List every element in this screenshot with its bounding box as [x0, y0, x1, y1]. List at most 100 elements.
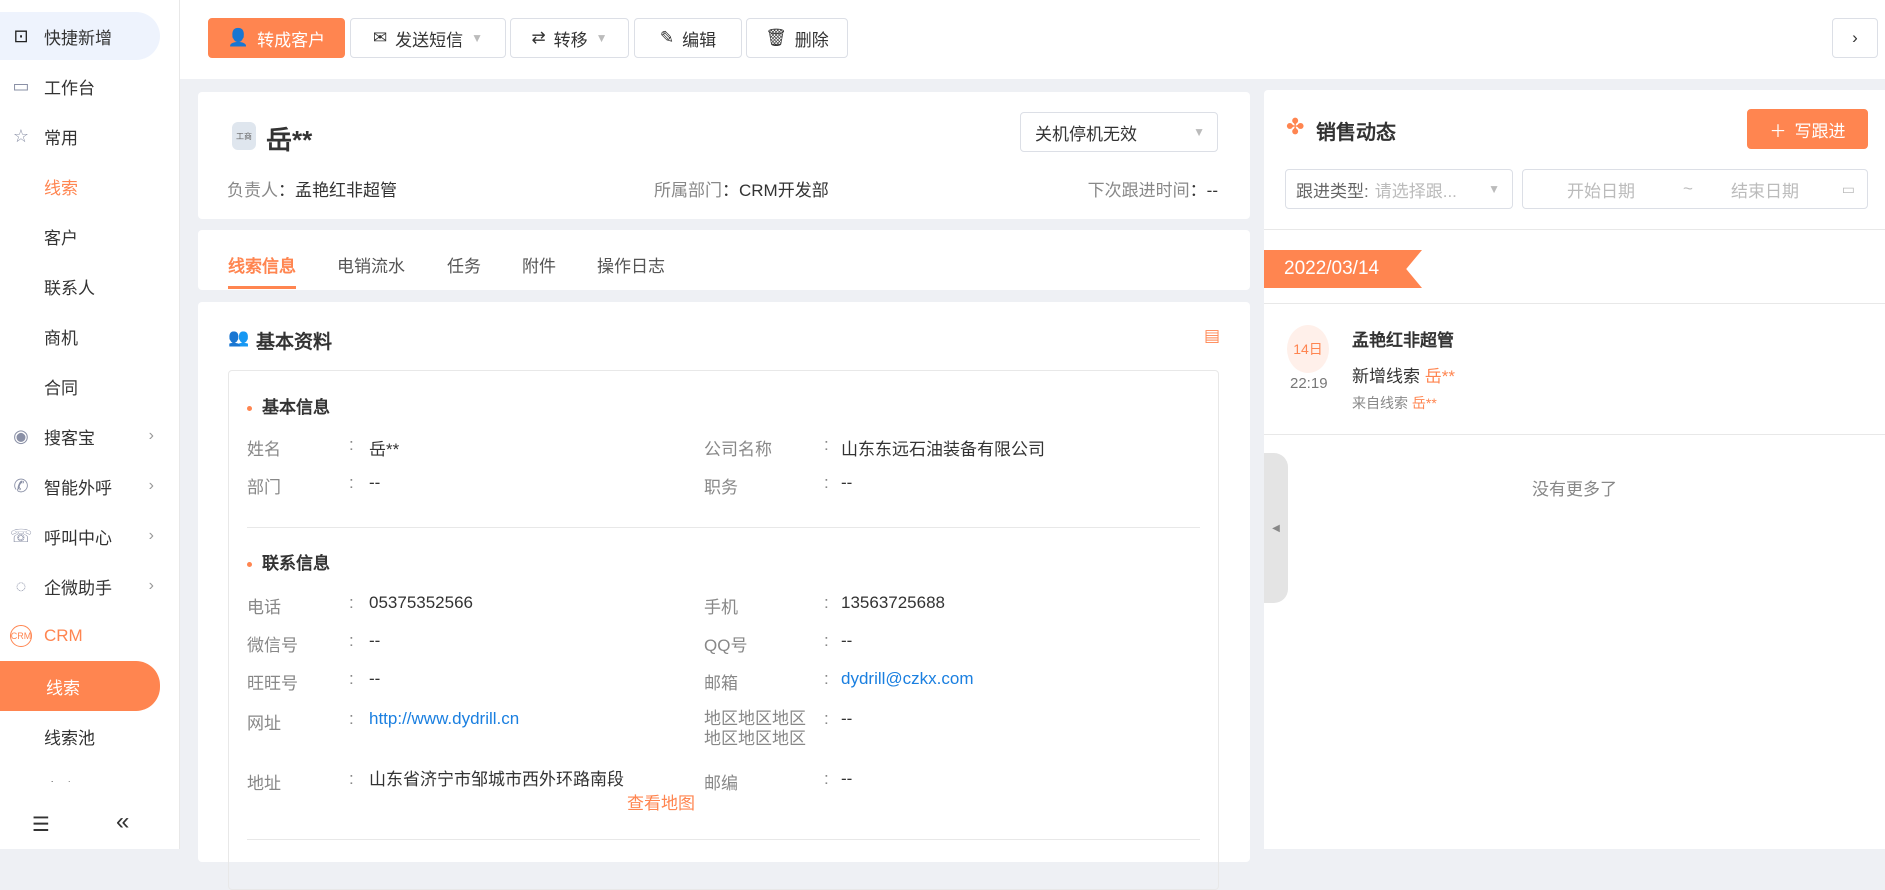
- edit-button[interactable]: ✎ 编辑: [634, 18, 742, 58]
- sidebar-item-contracts[interactable]: 合同: [0, 362, 160, 410]
- owner-field: 负责人：孟艳红非超管: [227, 181, 397, 200]
- lead-link[interactable]: 岳**: [1425, 367, 1455, 386]
- field-value: --: [841, 631, 853, 650]
- sidebar: ⊡ 快捷新增 ▭ 工作台 ☆ 常用 线索 客户 联系人 商机 合同 ◉ 搜客宝 › ✆ 智能…: [0, 0, 180, 849]
- chevron-right-icon: ›: [148, 577, 154, 594]
- collapse-icon[interactable]: «: [116, 808, 129, 836]
- monitor-icon: ▭: [12, 75, 30, 96]
- field-label: 地址: [247, 774, 281, 793]
- field-value: --: [841, 709, 853, 728]
- sidebar-item-crm[interactable]: CRM CRM: [0, 612, 160, 660]
- plus-icon: ＋: [1769, 121, 1787, 141]
- sidebar-item-lead-pool[interactable]: 线索池: [0, 712, 160, 760]
- quick-add-button[interactable]: ⊡ 快捷新增: [0, 12, 160, 60]
- convert-customer-button[interactable]: 👤 转成客户: [208, 18, 345, 58]
- delete-button[interactable]: 🗑 删除: [746, 18, 848, 58]
- field-label: 邮箱: [704, 674, 738, 693]
- basic-info-heading: 基本信息: [247, 393, 330, 418]
- swap-icon: ⇄: [531, 28, 546, 47]
- field-label: QQ号: [704, 636, 748, 655]
- caret-down-icon: ▼: [1193, 125, 1205, 139]
- sidebar-item-leads-common[interactable]: 线索: [0, 162, 160, 210]
- followup-type-select[interactable]: 跟进类型: 请选择跟... ▼: [1285, 169, 1513, 209]
- user-icon: 👤: [227, 28, 250, 47]
- field-value: --: [841, 473, 853, 492]
- sidebar-item-common[interactable]: ☆ 常用: [0, 112, 160, 160]
- tab-lead-info[interactable]: 线索信息: [228, 252, 296, 289]
- phone-icon: ✆: [13, 475, 29, 496]
- list-icon[interactable]: ▤: [1204, 326, 1220, 346]
- sidebar-item-customers[interactable]: 客户: [0, 212, 160, 260]
- field-label: 公司名称: [704, 440, 772, 459]
- panel-collapse-handle[interactable]: ◀: [1264, 453, 1288, 603]
- headset-icon: ☏: [9, 525, 33, 546]
- sidebar-item-opportunities[interactable]: 商机: [0, 312, 160, 360]
- settings-list-icon[interactable]: ☰: [32, 812, 50, 837]
- contact-info-heading: 联系信息: [247, 549, 330, 574]
- source-link[interactable]: 岳**: [1412, 395, 1437, 411]
- field-label: 旺旺号: [247, 674, 298, 693]
- sidebar-item-leads[interactable]: 线索: [0, 661, 160, 711]
- chevron-right-icon: ›: [1852, 28, 1858, 47]
- transfer-button[interactable]: ⇄ 转移 ▼: [510, 18, 629, 58]
- field-value: --: [369, 631, 381, 650]
- entry-action: 新增线索 岳**: [1352, 367, 1455, 386]
- department-field: 所属部门：CRM开发部: [654, 181, 829, 200]
- date-range-picker[interactable]: 开始日期 ~ 结束日期 ▭: [1522, 169, 1868, 209]
- field-value: 山东省济宁市邹城市西外环路南段: [369, 770, 624, 789]
- tab-call-records[interactable]: 电销流水: [337, 252, 405, 277]
- mail-icon: ✉: [372, 28, 388, 47]
- field-value: --: [369, 669, 381, 688]
- sidebar-item-workbench[interactable]: ▭ 工作台: [0, 62, 160, 110]
- next-followup-field: 下次跟进时间：--: [1087, 181, 1218, 200]
- pinwheel-icon: ✤: [1286, 114, 1305, 139]
- sidebar-item-customers-crm[interactable]: 客户: [0, 762, 160, 782]
- calendar-icon: ▭: [1841, 180, 1855, 197]
- toolbar: 👤 转成客户 ✉ 发送短信 ▼ ⇄ 转移 ▼ ✎ 编辑 🗑 删除 ›: [180, 0, 1885, 79]
- next-button[interactable]: ›: [1832, 18, 1878, 58]
- end-date[interactable]: 结束日期: [1731, 177, 1799, 202]
- field-value[interactable]: dydrill@czkx.com: [841, 669, 974, 689]
- star-icon: ☆: [12, 125, 30, 146]
- status-select[interactable]: 关机停机无效 ▼: [1020, 112, 1218, 152]
- field-label: 电话: [247, 598, 281, 617]
- day-badge: 14日: [1287, 325, 1329, 373]
- sidebar-item-smart-call[interactable]: ✆ 智能外呼 ›: [0, 462, 160, 510]
- field-value[interactable]: http://www.dydrill.cn: [369, 709, 519, 729]
- entry-time: 22:19: [1290, 375, 1328, 392]
- caret-down-icon: ▼: [1488, 182, 1500, 196]
- entry-user: 孟艳红非超管: [1352, 331, 1454, 350]
- view-map-link[interactable]: 查看地图: [627, 789, 695, 814]
- pencil-icon: ✎: [659, 28, 675, 47]
- field-value: 13563725688: [841, 593, 946, 612]
- business-badge-icon: 工商: [232, 122, 256, 150]
- start-date[interactable]: 开始日期: [1567, 177, 1635, 202]
- field-label: 邮编: [704, 774, 738, 793]
- tab-tasks[interactable]: 任务: [447, 252, 481, 277]
- sidebar-item-soukebao[interactable]: ◉ 搜客宝 ›: [0, 412, 160, 460]
- sidebar-item-contacts[interactable]: 联系人: [0, 262, 160, 310]
- sales-title: 销售动态: [1316, 122, 1396, 144]
- write-followup-button[interactable]: ＋写跟进: [1747, 109, 1868, 149]
- trash-icon: 🗑: [765, 28, 787, 47]
- search-circle-icon: ◉: [13, 425, 29, 446]
- field-label: 微信号: [247, 636, 298, 655]
- field-label: 手机: [704, 598, 738, 617]
- field-value: 岳**: [369, 440, 400, 459]
- field-value: --: [841, 769, 853, 788]
- crm-icon: CRM: [10, 625, 32, 647]
- tab-operation-log[interactable]: 操作日志: [597, 252, 665, 277]
- send-sms-button[interactable]: ✉ 发送短信 ▼: [350, 18, 506, 58]
- sidebar-item-wecom[interactable]: ◌ 企微助手 ›: [0, 562, 160, 610]
- chevron-right-icon: ›: [148, 427, 154, 444]
- info-box: 基本信息 姓名: 岳** 公司名称: 山东东远石油装备有限公司 部门: -- 职务: -- 联…: [228, 370, 1219, 890]
- entry-source: 来自线索 岳**: [1352, 395, 1437, 411]
- users-icon: 👥: [228, 328, 250, 347]
- section-title: 基本资料: [256, 332, 333, 353]
- tab-attachments[interactable]: 附件: [522, 252, 556, 277]
- lead-header-card: 工商 岳** 关机停机无效 ▼ 负责人：孟艳红非超管 所属部门：CRM开发部 下次…: [198, 92, 1250, 219]
- sidebar-item-call-center[interactable]: ☏ 呼叫中心 ›: [0, 512, 160, 560]
- add-icon: ⊡: [13, 25, 29, 46]
- field-value: --: [369, 473, 381, 492]
- chevron-right-icon: ›: [148, 477, 154, 494]
